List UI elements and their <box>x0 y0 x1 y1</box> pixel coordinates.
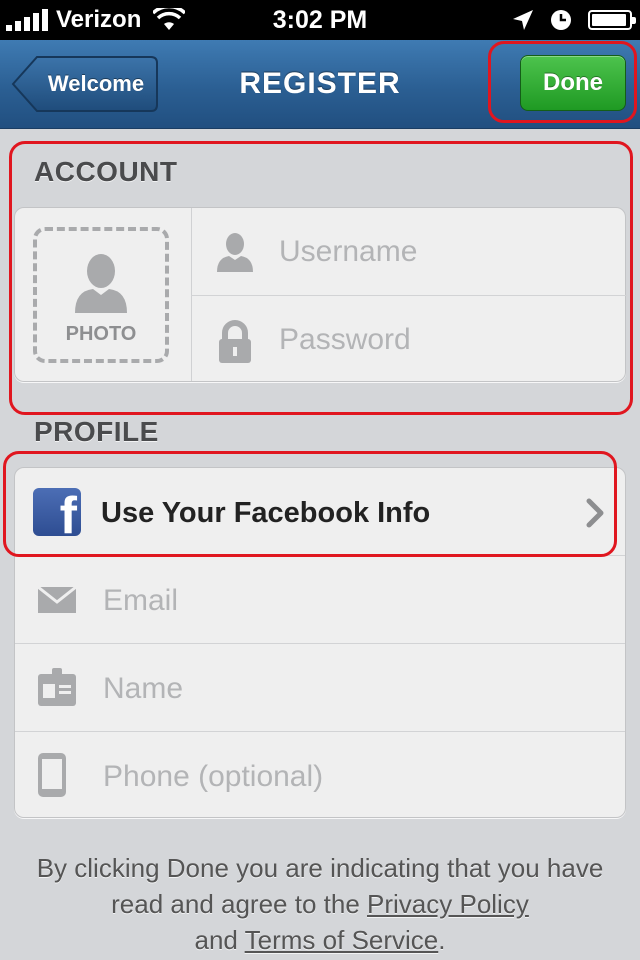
add-photo-button[interactable]: PHOTO <box>33 227 169 363</box>
facebook-info-row[interactable]: f Use Your Facebook Info <box>15 468 625 555</box>
location-arrow-icon <box>513 10 533 30</box>
done-button[interactable]: Done <box>520 55 626 111</box>
password-row <box>191 296 625 384</box>
photo-cell: PHOTO <box>15 208 192 381</box>
name-row <box>15 644 625 733</box>
phone-icon <box>38 753 66 797</box>
battery-icon <box>588 10 636 30</box>
battery-fill <box>592 14 627 26</box>
name-input[interactable] <box>101 644 605 733</box>
clock-icon <box>551 10 571 30</box>
facebook-info-label: Use Your Facebook Info <box>101 497 431 529</box>
back-button-label: Welcome <box>47 71 145 96</box>
username-row <box>191 208 625 296</box>
terms-and-text: and <box>194 925 238 955</box>
profile-card: f Use Your Facebook Info <box>14 467 626 821</box>
phone-row <box>15 732 625 821</box>
phone-input[interactable] <box>101 732 605 821</box>
email-row <box>15 556 625 645</box>
account-section-header: ACCOUNT <box>34 156 178 187</box>
password-input[interactable] <box>277 296 621 384</box>
chevron-right-icon <box>586 498 604 528</box>
facebook-icon: f <box>33 488 81 536</box>
account-card: PHOTO <box>14 207 627 384</box>
terms-footer: By clicking Done you are indicating that… <box>30 850 610 958</box>
email-input[interactable] <box>101 556 605 645</box>
terms-of-service-link[interactable]: Terms of Service <box>245 925 439 955</box>
photo-label: PHOTO <box>65 323 137 345</box>
privacy-policy-link[interactable]: Privacy Policy <box>367 889 529 919</box>
navigation-bar: Welcome REGISTER Done <box>0 40 640 129</box>
status-right <box>512 0 636 40</box>
welcome-back-button[interactable]: Welcome <box>11 55 159 113</box>
lock-icon <box>219 320 251 363</box>
id-card-icon <box>38 668 76 706</box>
status-bar: Verizon 3:02 PM <box>0 0 640 40</box>
terms-period: . <box>438 925 446 955</box>
profile-section-header: PROFILE <box>34 416 159 447</box>
person-icon <box>217 233 253 272</box>
person-icon <box>75 254 127 313</box>
username-input[interactable] <box>277 208 621 296</box>
envelope-icon <box>37 586 77 613</box>
